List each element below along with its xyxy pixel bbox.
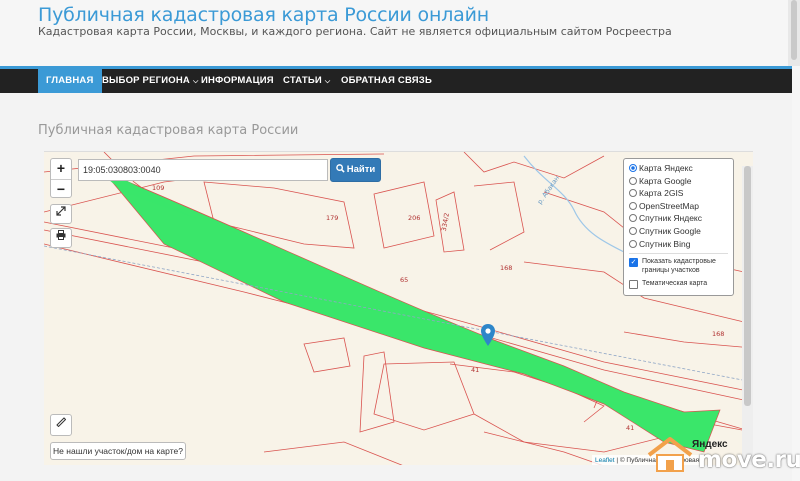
- layer-option[interactable]: Спутник Google: [629, 225, 728, 238]
- measure-button[interactable]: [50, 414, 72, 436]
- radio-icon[interactable]: [629, 176, 637, 185]
- site-description: Кадастровая карта России, Москвы, и кажд…: [38, 25, 672, 38]
- print-button[interactable]: [50, 228, 72, 248]
- radio-icon[interactable]: [629, 239, 637, 248]
- parcel-label: 41: [626, 424, 635, 432]
- nav-label: ИНФОРМАЦИЯ: [201, 75, 274, 86]
- zoom-out-button[interactable]: −: [51, 179, 71, 199]
- chevron-down-icon: ⌵: [324, 78, 331, 85]
- main-navbar: ГЛАВНАЯ ВЫБОР РЕГИОНА ⌵ ИНФОРМАЦИЯ СТАТЬИ…: [0, 66, 792, 93]
- parcel-label: 109: [152, 184, 165, 192]
- search-button-label: Найти: [346, 164, 376, 175]
- nav-item-articles[interactable]: СТАТЬИ ⌵: [275, 69, 338, 93]
- printer-icon: [56, 230, 66, 240]
- parcel-label: 65: [400, 276, 409, 284]
- ruler-icon: [56, 417, 67, 428]
- leaflet-link[interactable]: Leaflet: [595, 457, 615, 464]
- layer-option[interactable]: OpenStreetMap: [629, 200, 728, 213]
- parcel-label: 206: [408, 214, 421, 222]
- expand-icon: [56, 206, 66, 216]
- layer-label: Карта Яндекс: [639, 163, 693, 173]
- zoom-in-button[interactable]: +: [51, 159, 71, 179]
- layer-label: Карта Google: [639, 175, 692, 186]
- site-header: Публичная кадастровая карта России онлай…: [0, 0, 800, 66]
- map-scrollbar-thumb[interactable]: [744, 166, 751, 406]
- page-scrollbar[interactable]: [788, 0, 800, 66]
- nav-label: СТАТЬИ: [283, 75, 322, 86]
- layer-option[interactable]: Спутник Bing: [629, 238, 728, 251]
- overlay-option[interactable]: ✓ Показать кадастровые границы участков: [629, 257, 728, 275]
- search-icon: [335, 164, 345, 173]
- nav-item-feedback[interactable]: ОБРАТНАЯ СВЯЗЬ: [333, 69, 440, 93]
- radio-icon[interactable]: [629, 189, 637, 198]
- layer-switcher: Карта Яндекс Карта Google Карта 2GIS Ope…: [623, 158, 734, 296]
- layer-option[interactable]: Карта 2GIS: [629, 187, 728, 200]
- zoom-control: + −: [50, 158, 72, 198]
- checkbox-checked-icon[interactable]: ✓: [629, 258, 638, 268]
- radio-icon[interactable]: [629, 226, 637, 235]
- layer-label: Спутник Bing: [639, 238, 691, 249]
- cadastral-search-input[interactable]: 19:05:030803:0040: [78, 159, 328, 181]
- watermark-text: move.ru: [698, 447, 800, 473]
- layer-divider: [629, 253, 728, 255]
- site-title[interactable]: Публичная кадастровая карта России онлай…: [38, 4, 489, 26]
- layer-label: OpenStreetMap: [639, 200, 700, 211]
- radio-selected-icon[interactable]: [629, 164, 637, 172]
- page-scrollbar-thumb[interactable]: [791, 0, 797, 60]
- nav-label: ОБРАТНАЯ СВЯЗЬ: [341, 75, 432, 86]
- layer-label: Спутник Яндекс: [639, 213, 702, 224]
- parcel-label: 41: [471, 366, 480, 374]
- fullscreen-button[interactable]: [50, 204, 72, 224]
- radio-icon[interactable]: [629, 201, 637, 210]
- nav-item-region[interactable]: ВЫБОР РЕГИОНА ⌵: [94, 69, 206, 93]
- map-scrollbar[interactable]: [742, 166, 753, 465]
- nav-label: ВЫБОР РЕГИОНА: [102, 75, 190, 86]
- layer-option[interactable]: Карта Яндекс: [629, 162, 728, 175]
- layer-option[interactable]: Карта Google: [629, 175, 728, 188]
- page-title: Публичная кадастровая карта России: [38, 123, 299, 138]
- overlay-label: Показать кадастровые границы участков: [642, 258, 716, 275]
- layer-option[interactable]: Спутник Яндекс: [629, 212, 728, 225]
- nav-label: ГЛАВНАЯ: [46, 75, 94, 86]
- location-pin-icon[interactable]: [481, 324, 495, 351]
- overlay-option[interactable]: Тематическая карта: [629, 279, 728, 290]
- radio-icon[interactable]: [629, 214, 637, 223]
- layer-label: Карта 2GIS: [639, 188, 684, 199]
- layer-label: Спутник Google: [639, 225, 701, 236]
- nav-item-home[interactable]: ГЛАВНАЯ: [38, 69, 102, 93]
- parcel-label: 179: [326, 214, 339, 222]
- cadastral-map[interactable]: 109 179 206 334/2 65 168 168 41 41 р. Аб…: [44, 151, 753, 465]
- checkbox-icon[interactable]: [629, 280, 638, 290]
- parcel-label: 168: [500, 264, 513, 272]
- not-found-button[interactable]: Не нашли участок/дом на карте?: [50, 442, 186, 460]
- house-logo-icon: [647, 437, 693, 472]
- overlay-label: Тематическая карта: [642, 280, 708, 288]
- search-button[interactable]: Найти: [330, 158, 381, 182]
- parcel-label: 168: [712, 330, 725, 338]
- nav-item-info[interactable]: ИНФОРМАЦИЯ: [193, 69, 282, 93]
